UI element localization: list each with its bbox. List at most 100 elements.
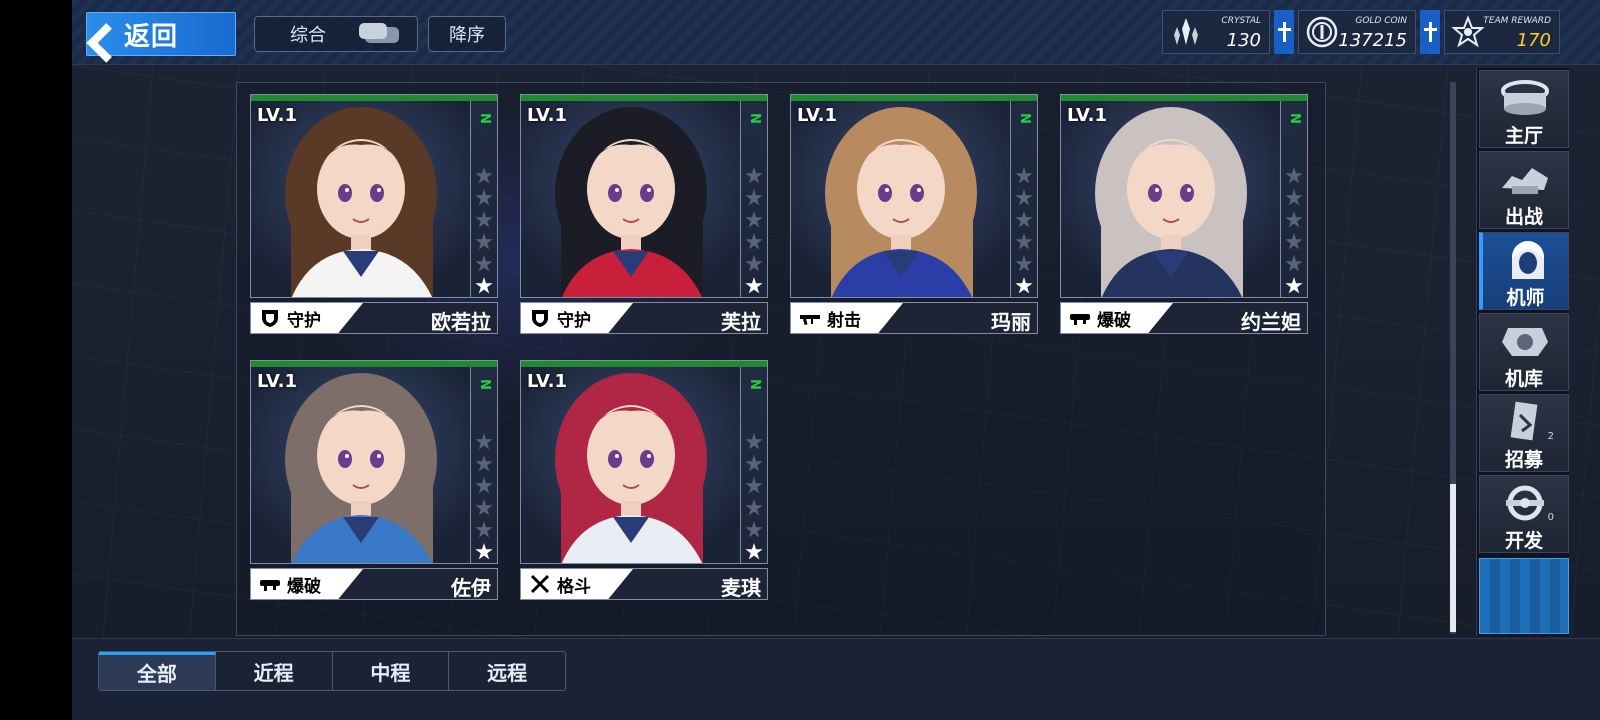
swords-icon (529, 573, 551, 595)
tab-all[interactable]: 全部 (99, 652, 216, 690)
role-label: 爆破 (1097, 310, 1131, 331)
tab-mid-range[interactable]: 中程 (333, 652, 450, 690)
star-empty-icon (475, 233, 493, 250)
star-empty-icon (475, 167, 493, 184)
tab-all-label: 全部 (136, 662, 177, 686)
rarity-bar (521, 95, 767, 101)
rarity-bar (251, 361, 497, 367)
star-empty-icon (475, 477, 493, 494)
pilot-card[interactable]: LV.1 N 守护 芙拉 (520, 94, 768, 338)
star-empty-icon (745, 255, 763, 272)
nav-item-recruit[interactable]: 2 招募 (1479, 394, 1569, 472)
launcher-icon (259, 573, 281, 595)
star-filled-icon (1285, 277, 1303, 294)
pilot-name: 芙拉 (721, 310, 761, 334)
pilot-nameplate: 爆破 佐伊 (250, 568, 498, 600)
rank-column: N (1280, 101, 1307, 297)
sort-order-button[interactable]: 降序 (428, 16, 506, 52)
pilot-portrait: LV.1 N (520, 94, 768, 298)
role-tag: 格斗 (521, 569, 633, 599)
tab-long-range-label: 远程 (487, 660, 528, 685)
star-empty-icon (475, 499, 493, 516)
pilot-card[interactable]: LV.1 N 爆破 佐伊 (250, 360, 498, 604)
team-reward-icon (1451, 15, 1485, 48)
pilot-card[interactable]: LV.1 N 格斗 麦琪 (520, 360, 768, 604)
star-empty-icon (1015, 211, 1033, 228)
recruit-icon (1498, 401, 1552, 443)
gold-coin-icon (1306, 16, 1338, 48)
star-empty-icon (745, 233, 763, 250)
star-empty-icon (1015, 233, 1033, 250)
pilot-rank: N (747, 379, 763, 390)
role-label: 爆破 (287, 576, 321, 597)
crystal-value: 130 (1226, 30, 1261, 51)
side-navigation: 主厅 出战 机师 机库 2 招募 0 开发 (1476, 68, 1569, 636)
pilot-card[interactable]: LV.1 N 射击 玛丽 (790, 94, 1038, 338)
team-reward-counter: TEAM REWARD 170 (1444, 10, 1560, 54)
nav-label: 出战 (1504, 206, 1543, 228)
role-label: 守护 (557, 310, 591, 331)
nav-item-sortie[interactable]: 出战 (1479, 151, 1569, 229)
back-label: 返回 (124, 21, 179, 52)
sortie-icon (1498, 158, 1552, 200)
role-label: 射击 (827, 310, 861, 331)
pilot-portrait: LV.1 N (520, 360, 768, 564)
pilot-card[interactable]: LV.1 N 爆破 约兰妲 (1060, 94, 1308, 338)
pilot-artwork (1061, 101, 1282, 297)
develop-icon (1498, 482, 1552, 524)
rifle-icon (799, 307, 821, 329)
role-tag: 爆破 (251, 569, 363, 599)
rarity-bar (251, 95, 497, 101)
star-empty-icon (1015, 255, 1033, 272)
star-empty-icon (475, 211, 493, 228)
nav-label: 开发 (1504, 530, 1543, 552)
tab-short-range[interactable]: 近程 (216, 652, 333, 690)
shield-icon (529, 307, 551, 329)
star-empty-icon (745, 189, 763, 206)
range-filter-tabs: 全部 近程 中程 远程 (98, 651, 566, 691)
nav-label: 主厅 (1504, 125, 1543, 147)
star-empty-icon (745, 521, 763, 538)
star-empty-icon (475, 189, 493, 206)
star-empty-icon (1015, 189, 1033, 206)
star-empty-icon (1015, 167, 1033, 184)
hall-icon (1498, 77, 1552, 119)
scrollbar-thumb[interactable] (1450, 484, 1456, 632)
back-button[interactable]: 返回 (86, 12, 236, 56)
sort-mode-toggle[interactable]: 综合 (254, 16, 418, 52)
gold-coin-label: GOLD COIN (1355, 16, 1407, 26)
add-gold-button[interactable] (1420, 10, 1440, 54)
top-bar: 返回 综合 降序 CRYSTAL 130 GOLD COIN 137215 TE… (72, 0, 1600, 65)
nav-item-develop[interactable]: 0 开发 (1479, 475, 1569, 553)
nav-item-hangar[interactable]: 机库 (1479, 313, 1569, 391)
minimap-button[interactable] (1479, 558, 1569, 634)
star-empty-icon (745, 167, 763, 184)
rarity-bar (1061, 95, 1307, 101)
gold-coin-counter: GOLD COIN 137215 (1298, 10, 1416, 54)
bottom-bar: 全部 近程 中程 远程 (72, 638, 1600, 720)
star-empty-icon (745, 433, 763, 450)
star-filled-icon (475, 277, 493, 294)
tab-long-range[interactable]: 远程 (449, 652, 565, 690)
star-empty-icon (475, 521, 493, 538)
star-empty-icon (1285, 233, 1303, 250)
rank-column: N (740, 367, 767, 563)
toggle-switch-icon (359, 23, 399, 43)
nav-label: 机师 (1506, 287, 1545, 309)
sort-order-label: 降序 (449, 25, 485, 46)
star-empty-icon (1285, 167, 1303, 184)
nav-item-pilot[interactable]: 机师 (1479, 232, 1569, 310)
pilot-icon (1501, 239, 1555, 281)
pilot-portrait: LV.1 N (250, 94, 498, 298)
pilot-rank: N (747, 113, 763, 124)
pilot-rank: N (1017, 113, 1033, 124)
add-crystal-button[interactable] (1274, 10, 1294, 54)
role-tag: 爆破 (1061, 303, 1173, 333)
pilot-artwork (251, 101, 472, 297)
star-filled-icon (475, 543, 493, 560)
nav-item-hall[interactable]: 主厅 (1479, 70, 1569, 148)
pilot-rank: N (477, 379, 493, 390)
role-label: 守护 (287, 310, 321, 331)
pilot-card[interactable]: LV.1 N 守护 欧若拉 (250, 94, 498, 338)
tab-short-range-label: 近程 (253, 660, 294, 685)
